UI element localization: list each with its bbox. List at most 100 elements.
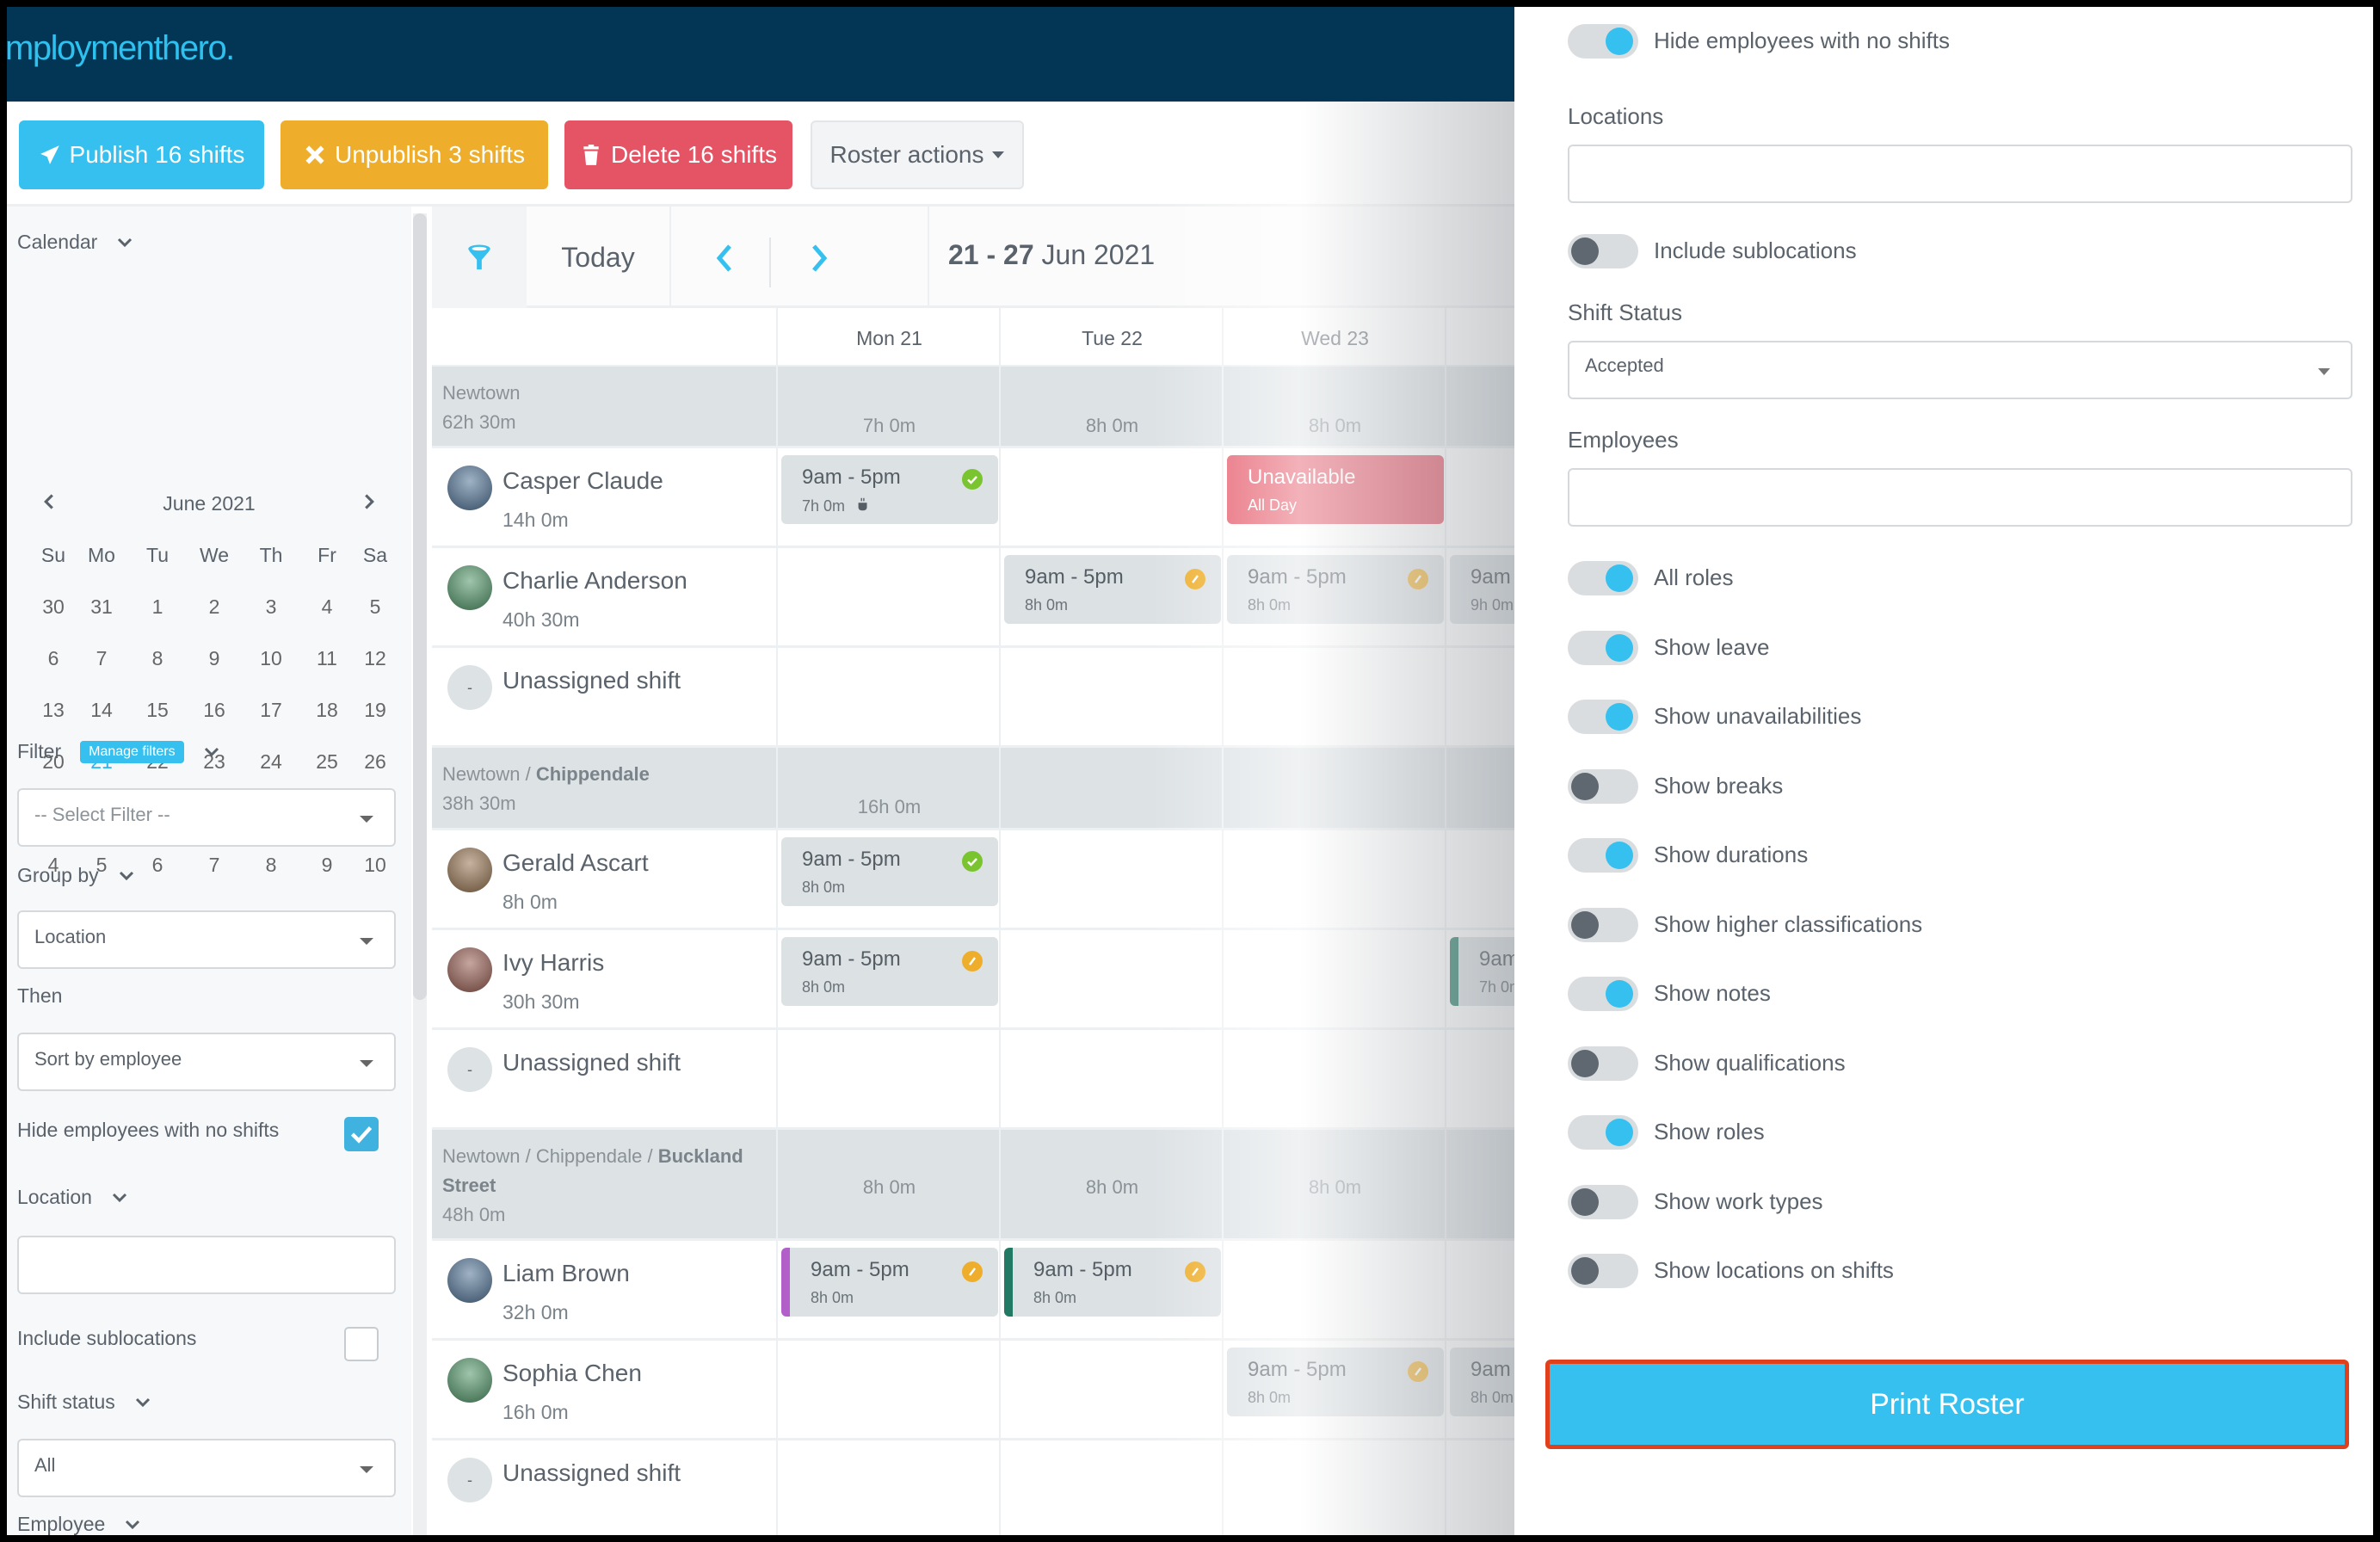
calendar-day[interactable]: 13 — [29, 699, 77, 722]
calendar-day[interactable]: 16 — [190, 699, 238, 722]
manage-filters-button[interactable]: Manage filters — [80, 740, 184, 763]
shift-card[interactable]: 9am - 5pm 7h 0m — [781, 455, 998, 524]
shift-card[interactable]: 9am - 5pm 8h 0m — [781, 1248, 998, 1317]
chevron-down-icon[interactable] — [203, 740, 220, 763]
employee-name[interactable]: Sophia Chen — [503, 1360, 642, 1387]
include-sublocations-checkbox[interactable] — [344, 1327, 379, 1361]
calendar-day[interactable]: 10 — [351, 854, 399, 877]
calendar-day[interactable]: 4 — [303, 595, 351, 619]
calendar-day[interactable]: 25 — [303, 750, 351, 774]
unavailability-card[interactable]: Unavailable All Day — [1227, 455, 1444, 524]
shift-card[interactable]: 9am - 5pm 8h 0m — [781, 937, 998, 1006]
show-roles-toggle[interactable] — [1568, 1115, 1638, 1150]
chevron-down-icon[interactable] — [134, 1391, 151, 1414]
show-qualifications-toggle[interactable] — [1568, 1045, 1638, 1081]
calendar-day[interactable]: 26 — [351, 750, 399, 774]
show-notes-toggle[interactable] — [1568, 977, 1638, 1011]
calendar-day[interactable]: 31 — [77, 595, 126, 619]
employee-avatar[interactable] — [447, 848, 492, 892]
sidebar-scrollbar[interactable] — [413, 213, 427, 1535]
calendar-day[interactable]: 6 — [29, 647, 77, 670]
calendar-section-label[interactable]: Calendar — [17, 231, 133, 254]
employee-name[interactable]: Gerald Ascart — [503, 849, 649, 877]
calendar-day[interactable]: 8 — [247, 854, 295, 877]
shift-card[interactable]: 9am - 5pm 8h 0m — [1227, 555, 1444, 624]
group-by-label[interactable]: Group by — [17, 864, 135, 887]
show-breaks-toggle[interactable] — [1568, 768, 1638, 804]
all-roles-toggle[interactable] — [1568, 561, 1638, 595]
filter-select[interactable]: -- Select Filter -- — [17, 788, 396, 847]
shift-status-section-label[interactable]: Shift status — [17, 1391, 151, 1414]
scrollbar-thumb[interactable] — [413, 213, 427, 1000]
employee-avatar[interactable] — [447, 466, 492, 510]
show-durations-toggle[interactable] — [1568, 838, 1638, 873]
group-by-select[interactable]: Location — [17, 910, 396, 969]
employees-input[interactable] — [1568, 468, 2352, 527]
show-leave-toggle[interactable] — [1568, 630, 1638, 665]
calendar-day[interactable]: 11 — [303, 647, 351, 670]
calendar-day[interactable]: 3 — [247, 595, 295, 619]
previous-week-button[interactable] — [699, 232, 750, 284]
calendar-day[interactable]: 12 — [351, 647, 399, 670]
calendar-day[interactable]: 18 — [303, 699, 351, 722]
next-month-button[interactable] — [363, 492, 375, 515]
unpublish-shifts-button[interactable]: Unpublish 3 shifts — [281, 120, 548, 189]
calendar-day[interactable]: 24 — [247, 750, 295, 774]
employee-section-label[interactable]: Employee — [17, 1513, 141, 1535]
shift-card[interactable]: 9am - 5pm 8h 0m — [1004, 555, 1221, 624]
filter-section-label[interactable]: Filter Manage filters — [17, 740, 220, 763]
show-unavailabilities-toggle[interactable] — [1568, 700, 1638, 734]
calendar-day[interactable]: 30 — [29, 595, 77, 619]
employee-avatar[interactable] — [447, 1258, 492, 1303]
print-roster-button[interactable]: Print Roster — [1545, 1360, 2349, 1449]
calendar-day[interactable]: 7 — [190, 854, 238, 877]
employee-name[interactable]: Charlie Anderson — [503, 567, 687, 595]
chevron-down-icon[interactable] — [118, 864, 135, 887]
employee-name[interactable]: Ivy Harris — [503, 949, 604, 977]
publish-shifts-button[interactable]: Publish 16 shifts — [19, 120, 264, 189]
show-work-types-toggle[interactable] — [1568, 1184, 1638, 1219]
then-select[interactable]: Sort by employee — [17, 1033, 396, 1091]
locations-input[interactable] — [1568, 145, 2352, 203]
employment-hero-logo[interactable]: mploymenthero. — [7, 29, 235, 68]
show-higher-classifications-toggle[interactable] — [1568, 907, 1638, 942]
hide-no-shifts-checkbox[interactable] — [344, 1117, 379, 1151]
calendar-day[interactable]: 9 — [190, 647, 238, 670]
chevron-down-icon[interactable] — [124, 1513, 141, 1535]
calendar-day[interactable]: 1 — [133, 595, 182, 619]
calendar-day[interactable]: 17 — [247, 699, 295, 722]
filter-toggle-button[interactable] — [432, 207, 527, 308]
employee-name[interactable]: Casper Claude — [503, 467, 663, 495]
calendar-day[interactable]: 6 — [133, 854, 182, 877]
calendar-day[interactable]: 10 — [247, 647, 295, 670]
employee-avatar[interactable] — [447, 947, 492, 992]
employee-avatar[interactable] — [447, 565, 492, 610]
chevron-down-icon[interactable] — [116, 231, 133, 254]
employee-name[interactable]: Liam Brown — [503, 1260, 630, 1287]
chevron-down-icon[interactable] — [111, 1186, 128, 1209]
roster-actions-dropdown[interactable]: Roster actions — [811, 120, 1024, 189]
employee-avatar[interactable] — [447, 1358, 492, 1403]
calendar-day[interactable]: 7 — [77, 647, 126, 670]
show-locations-on-shifts-toggle[interactable] — [1568, 1254, 1638, 1288]
calendar-day[interactable]: 15 — [133, 699, 182, 722]
shift-card[interactable]: 9am - 5pm 8h 0m — [781, 837, 998, 906]
location-input[interactable] — [17, 1236, 396, 1294]
calendar-day[interactable]: 19 — [351, 699, 399, 722]
shift-card[interactable]: 9am - 5pm 8h 0m — [1004, 1248, 1221, 1317]
location-section-label[interactable]: Location — [17, 1186, 128, 1209]
today-button[interactable]: Today — [527, 207, 671, 308]
delete-shifts-button[interactable]: Delete 16 shifts — [564, 120, 792, 189]
include-sublocations-toggle[interactable] — [1568, 234, 1638, 268]
calendar-day[interactable]: 14 — [77, 699, 126, 722]
calendar-day[interactable]: 5 — [351, 595, 399, 619]
location-day-total: 8h 0m — [862, 1176, 916, 1198]
shift-card[interactable]: 9am - 5pm 8h 0m — [1227, 1348, 1444, 1416]
next-week-button[interactable] — [793, 232, 845, 284]
calendar-day[interactable]: 9 — [303, 854, 351, 877]
shift-status-select[interactable]: All — [17, 1439, 396, 1497]
calendar-day[interactable]: 2 — [190, 595, 238, 619]
shift-status-select[interactable]: Accepted — [1568, 341, 2352, 399]
hide-no-shifts-toggle[interactable] — [1568, 24, 1638, 59]
calendar-day[interactable]: 8 — [133, 647, 182, 670]
